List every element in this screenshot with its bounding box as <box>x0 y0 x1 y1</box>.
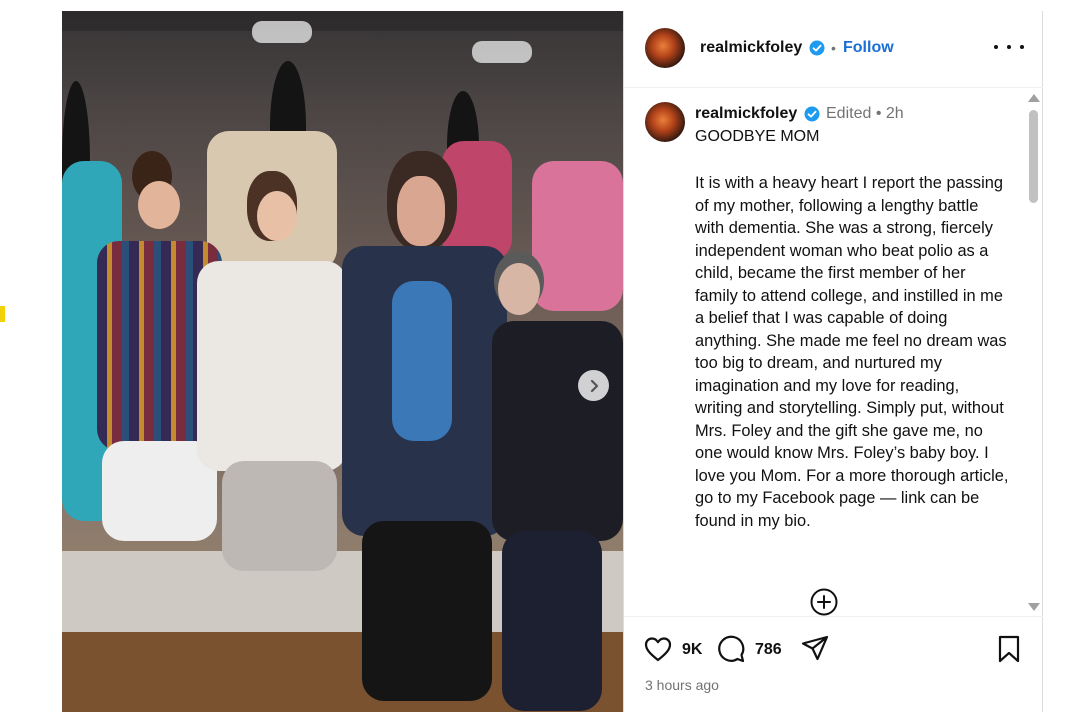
comments-count[interactable]: 786 <box>755 641 782 659</box>
separator: • <box>831 40 836 56</box>
caption-body: It is with a heavy heart I report the pa… <box>695 174 1009 530</box>
tie-dye-shirt <box>392 281 452 441</box>
post-side-panel: realmickfoley • Follow realmickfoley Edi… <box>623 11 1043 712</box>
post-header: realmickfoley • Follow <box>624 11 1043 88</box>
scrollbar-thumb[interactable] <box>1029 110 1038 203</box>
person-face <box>397 176 445 246</box>
share-icon[interactable] <box>800 634 830 664</box>
person-face <box>257 191 297 241</box>
verified-badge-icon <box>809 40 825 56</box>
scroll-up-arrow[interactable] <box>1028 94 1040 102</box>
person-face <box>138 181 180 229</box>
post-actions: 9K 786 3 hours ago <box>624 616 1043 713</box>
ceiling-light <box>252 21 312 43</box>
username-link[interactable]: realmickfoley <box>700 39 802 57</box>
more-dot <box>1020 45 1024 49</box>
highlight-marker <box>0 306 5 322</box>
avatar[interactable] <box>645 28 685 68</box>
avatar[interactable] <box>645 102 685 142</box>
caption-scroll-area[interactable]: realmickfoley Edited • 2h GOODBYE MOM It… <box>624 88 1043 616</box>
ceiling-light <box>472 41 532 63</box>
post-photo[interactable] <box>62 11 623 712</box>
heart-icon[interactable] <box>643 634 673 664</box>
verified-badge-icon <box>804 106 820 122</box>
pink-costume <box>532 161 623 311</box>
follow-button[interactable]: Follow <box>843 39 894 57</box>
post-age: 2h <box>885 105 904 122</box>
scroll-down-arrow[interactable] <box>1028 603 1040 611</box>
caption-username-link[interactable]: realmickfoley <box>695 105 797 123</box>
dark-pants <box>502 531 602 711</box>
person-face <box>498 263 540 315</box>
post-timestamp[interactable]: 3 hours ago <box>645 677 719 693</box>
grey-shorts <box>222 461 337 571</box>
chevron-right-icon <box>590 379 598 392</box>
add-circle-icon[interactable] <box>810 588 838 616</box>
comment-icon[interactable] <box>716 634 746 664</box>
sweater <box>492 321 623 541</box>
more-dot <box>1007 45 1011 49</box>
black-pants <box>362 521 492 701</box>
likes-count[interactable]: 9K <box>682 641 702 659</box>
edited-label: Edited • 2h <box>826 105 904 123</box>
separator: • <box>875 105 882 122</box>
next-photo-button[interactable] <box>578 370 609 401</box>
more-options-button[interactable] <box>994 38 1024 56</box>
nirvana-shirt <box>197 261 347 471</box>
more-dot <box>994 45 998 49</box>
bookmark-icon[interactable] <box>994 634 1024 664</box>
edited-text: Edited <box>826 105 872 122</box>
caption-title: GOODBYE MOM <box>695 128 820 145</box>
